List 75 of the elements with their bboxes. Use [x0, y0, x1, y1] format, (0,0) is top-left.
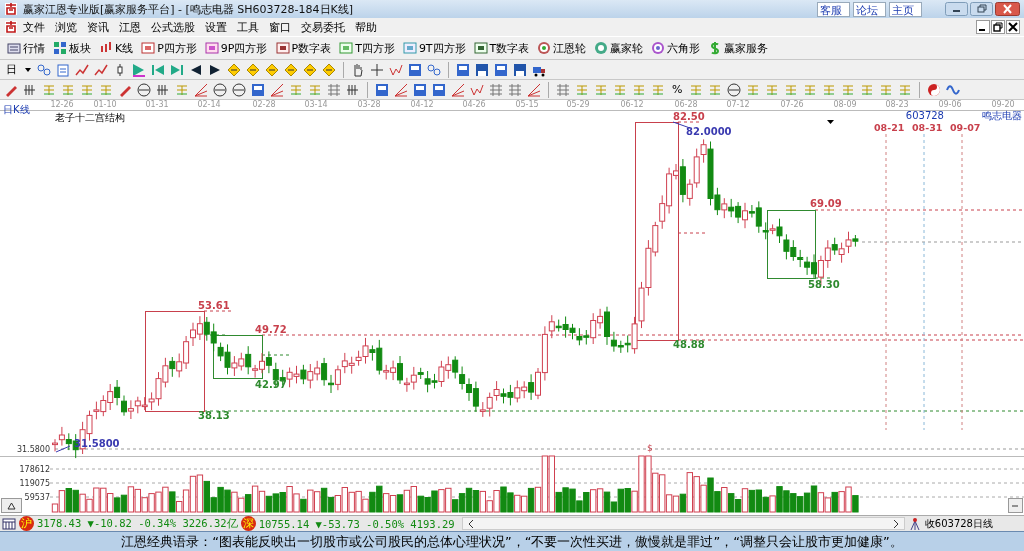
- date-label: 06-12: [620, 100, 644, 109]
- toolbar-button[interactable]: 9P四方形: [203, 40, 269, 56]
- stock-status: 收603728日线: [924, 516, 993, 531]
- toolbar-button[interactable]: 六角形: [650, 40, 702, 56]
- price-label: 58.30: [808, 279, 840, 290]
- menu-item[interactable]: 工具: [232, 19, 264, 35]
- date-label: 12-26: [50, 100, 74, 109]
- volume-tick: 178612: [19, 465, 50, 474]
- menu-item[interactable]: 交易委托: [296, 19, 350, 35]
- menu-item[interactable]: 窗口: [264, 19, 296, 35]
- date-label: 06-28: [674, 100, 698, 109]
- signal-marker: $: [647, 443, 653, 453]
- header-link[interactable]: 客服: [817, 1, 850, 17]
- index-quote: 3178.43 ▼-10.82 -0.34% 3226.32亿: [37, 516, 238, 531]
- date-label: 02-28: [252, 100, 276, 109]
- period-dropdown[interactable]: 日: [4, 62, 19, 77]
- date-label: 01-10: [93, 100, 117, 109]
- indicator-name: 老子十二宫结构: [55, 112, 125, 123]
- toolbar-button[interactable]: 板块: [52, 40, 92, 56]
- date-label: 05-29: [566, 100, 590, 109]
- percent-button[interactable]: %: [670, 83, 685, 96]
- date-label: 01-31: [145, 100, 169, 109]
- date-label: 08-09: [833, 100, 857, 109]
- toolbar-button[interactable]: 赢家轮: [593, 40, 645, 56]
- price-label: 82.0000: [686, 126, 732, 137]
- price-label: 48.88: [673, 339, 705, 350]
- toolbar-button[interactable]: 江恩轮: [536, 40, 588, 56]
- toolbar-button[interactable]: T四方形: [338, 40, 396, 56]
- menu-item[interactable]: 资讯: [82, 19, 114, 35]
- toolbar-button[interactable]: 9T四方形: [401, 40, 467, 56]
- toolbar-button[interactable]: P四方形: [140, 40, 198, 56]
- price-label: 69.09: [810, 198, 842, 209]
- axis-price: 31.5800: [16, 445, 50, 454]
- menu-item[interactable]: 帮助: [350, 19, 382, 35]
- market-badge: 沪: [19, 516, 34, 531]
- volume-tick: 119075: [19, 479, 50, 488]
- menu-item[interactable]: 江恩: [114, 19, 146, 35]
- date-label: 04-26: [462, 100, 486, 109]
- projection-date: 09-07: [950, 122, 981, 133]
- date-label: 04-12: [410, 100, 434, 109]
- stock-name: 鸣志电器: [982, 110, 1022, 121]
- toolbar-button[interactable]: 赢家服务: [707, 40, 770, 56]
- price-label: 38.13: [198, 410, 230, 421]
- toolbar-button[interactable]: K线: [98, 40, 135, 56]
- date-label: 05-15: [515, 100, 539, 109]
- toolbar-button[interactable]: 行情: [6, 40, 46, 56]
- toolbar-button[interactable]: T数字表: [472, 40, 531, 56]
- menu-item[interactable]: 浏览: [50, 19, 82, 35]
- toolbar-button[interactable]: P数字表: [274, 40, 333, 56]
- volume-tick: 59537: [24, 493, 50, 502]
- menu-item[interactable]: 设置: [200, 19, 232, 35]
- date-label: 03-14: [304, 100, 328, 109]
- menu-item[interactable]: 公式选股: [146, 19, 200, 35]
- date-label: 02-14: [197, 100, 221, 109]
- stock-code: 603728: [905, 110, 944, 121]
- date-label: 07-12: [726, 100, 750, 109]
- projection-date: 08-21: [874, 122, 905, 133]
- quote-text: 江恩经典语录：“图表能反映出一切股市或公司股民的总体心理状况”，“不要一次性买进，傲慢就是罪过”，“调整只会让股市更加健康”。: [121, 532, 903, 551]
- date-label: 08-23: [885, 100, 909, 109]
- date-label: 03-28: [357, 100, 381, 109]
- market-badge: 深: [240, 516, 256, 531]
- date-label: 09-06: [938, 100, 962, 109]
- date-label: 09-20: [991, 100, 1015, 109]
- projection-date: 08-31: [912, 122, 943, 133]
- price-label: 53.61: [198, 300, 230, 311]
- chart-label: 日K线: [3, 104, 30, 115]
- header-link[interactable]: 论坛: [853, 1, 886, 17]
- header-link[interactable]: 主页: [889, 1, 922, 17]
- price-label: 82.50: [673, 111, 705, 122]
- index-quote: 10755.14 ▼-53.73 -0.50% 4193.29: [258, 517, 455, 530]
- window-title: 赢家江恩专业版[赢家服务平台] - [鸣志电器 SH603728-184日K线]: [23, 1, 355, 17]
- price-label: 49.72: [255, 324, 287, 335]
- price-label: 42.97: [255, 379, 287, 390]
- date-label: 07-26: [780, 100, 804, 109]
- menu-item[interactable]: 文件: [18, 19, 50, 35]
